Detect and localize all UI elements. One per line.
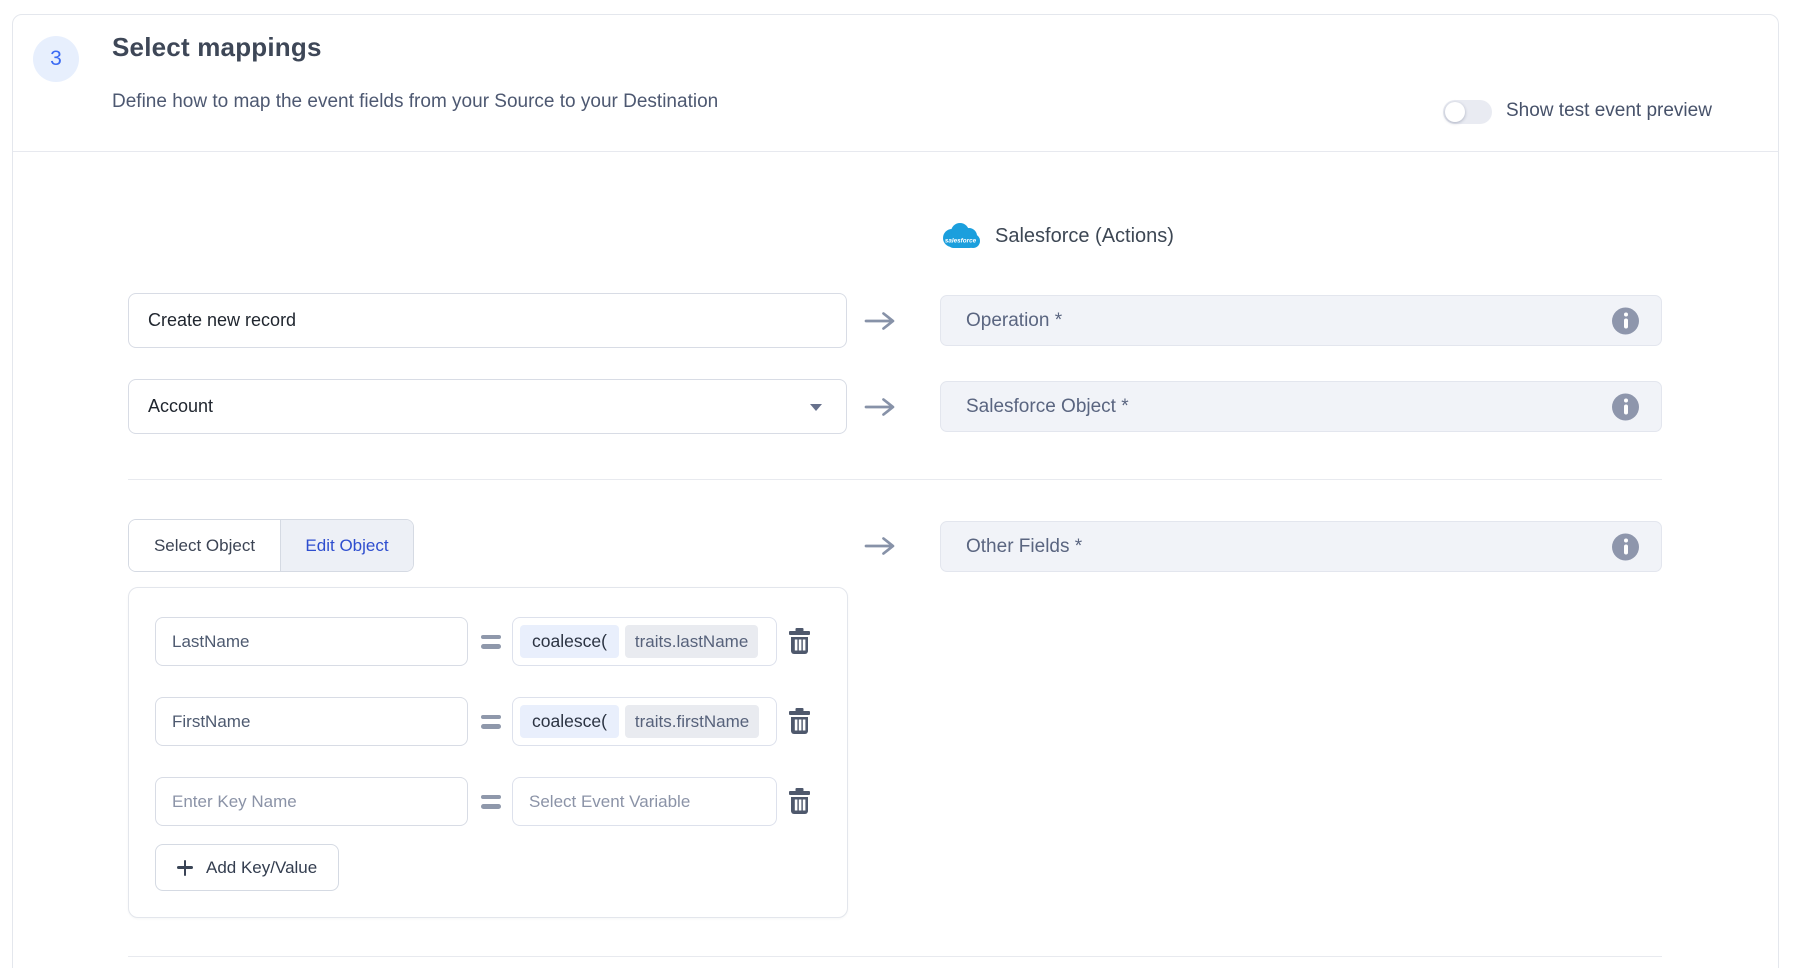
add-key-value-button[interactable]: Add Key/Value: [155, 844, 339, 891]
salesforce-object-select[interactable]: Account: [128, 379, 847, 434]
add-key-value-label: Add Key/Value: [206, 858, 317, 878]
toggle-label: Show test event preview: [1506, 99, 1712, 123]
equals-icon: [481, 635, 501, 649]
info-icon[interactable]: [1612, 393, 1639, 420]
kv-value-editor[interactable]: Select Event Variable: [512, 777, 777, 826]
kv-row-firstname: coalesce( traits.firstName: [155, 697, 811, 746]
function-chip: coalesce(: [520, 705, 619, 738]
kv-value-editor[interactable]: coalesce( traits.lastName: [512, 617, 777, 666]
info-icon[interactable]: [1612, 533, 1639, 560]
salesforce-logo-text: salesforce: [945, 238, 977, 245]
key-value-editor: coalesce( traits.lastName: [128, 587, 848, 918]
salesforce-object-field-label: Salesforce Object *: [966, 396, 1129, 418]
info-icon[interactable]: [1612, 307, 1639, 334]
tab-edit-object[interactable]: Edit Object: [280, 520, 413, 571]
value-placeholder: Select Event Variable: [529, 792, 690, 812]
select-mappings-page: 3 Select mappings Define how to map the …: [0, 0, 1793, 968]
delete-row-button[interactable]: [788, 788, 811, 815]
variable-chip: traits.lastName: [625, 625, 758, 658]
kv-row-empty: Select Event Variable: [155, 777, 811, 826]
mapping-arrow-icon: [852, 519, 908, 572]
kv-row-lastname: coalesce( traits.lastName: [155, 617, 811, 666]
operation-source-input[interactable]: [128, 293, 847, 348]
variable-chip: traits.firstName: [625, 705, 759, 738]
operation-destination-field: Operation *: [940, 295, 1662, 346]
salesforce-object-value: Account: [148, 396, 213, 417]
function-chip: coalesce(: [520, 625, 619, 658]
trash-icon: [788, 708, 811, 735]
operation-field-label: Operation *: [966, 310, 1062, 332]
destination-header: salesforce Salesforce (Actions): [939, 216, 1174, 256]
other-fields-destination-field: Other Fields *: [940, 521, 1662, 572]
mapping-arrow-icon: [852, 379, 908, 434]
trash-icon: [788, 628, 811, 655]
tab-select-object[interactable]: Select Object: [129, 520, 280, 571]
object-mode-tabs: Select Object Edit Object: [128, 519, 414, 572]
other-fields-field-label: Other Fields *: [966, 536, 1082, 558]
plus-icon: [177, 860, 193, 876]
section-divider: [128, 479, 1662, 480]
equals-icon: [481, 715, 501, 729]
delete-row-button[interactable]: [788, 708, 811, 735]
delete-row-button[interactable]: [788, 628, 811, 655]
kv-key-input[interactable]: [155, 777, 468, 826]
tab-edit-object-label: Edit Object: [305, 536, 388, 556]
destination-name: Salesforce (Actions): [995, 225, 1174, 248]
salesforce-object-destination-field: Salesforce Object *: [940, 381, 1662, 432]
show-test-event-preview-toggle[interactable]: [1443, 100, 1492, 124]
bottom-divider: [128, 956, 1662, 957]
step-number: 3: [50, 47, 62, 71]
kv-key-input[interactable]: [155, 697, 468, 746]
page-title: Select mappings: [112, 32, 322, 63]
kv-value-editor[interactable]: coalesce( traits.firstName: [512, 697, 777, 746]
kv-key-input[interactable]: [155, 617, 468, 666]
page-subtitle: Define how to map the event fields from …: [112, 91, 718, 113]
equals-icon: [481, 795, 501, 809]
step-number-badge: 3: [33, 36, 79, 82]
trash-icon: [788, 788, 811, 815]
mapping-arrow-icon: [852, 293, 908, 348]
tab-select-object-label: Select Object: [154, 536, 255, 556]
toggle-knob-icon: [1445, 102, 1465, 122]
chevron-down-icon: [810, 404, 822, 411]
salesforce-logo-icon: salesforce: [939, 221, 981, 251]
